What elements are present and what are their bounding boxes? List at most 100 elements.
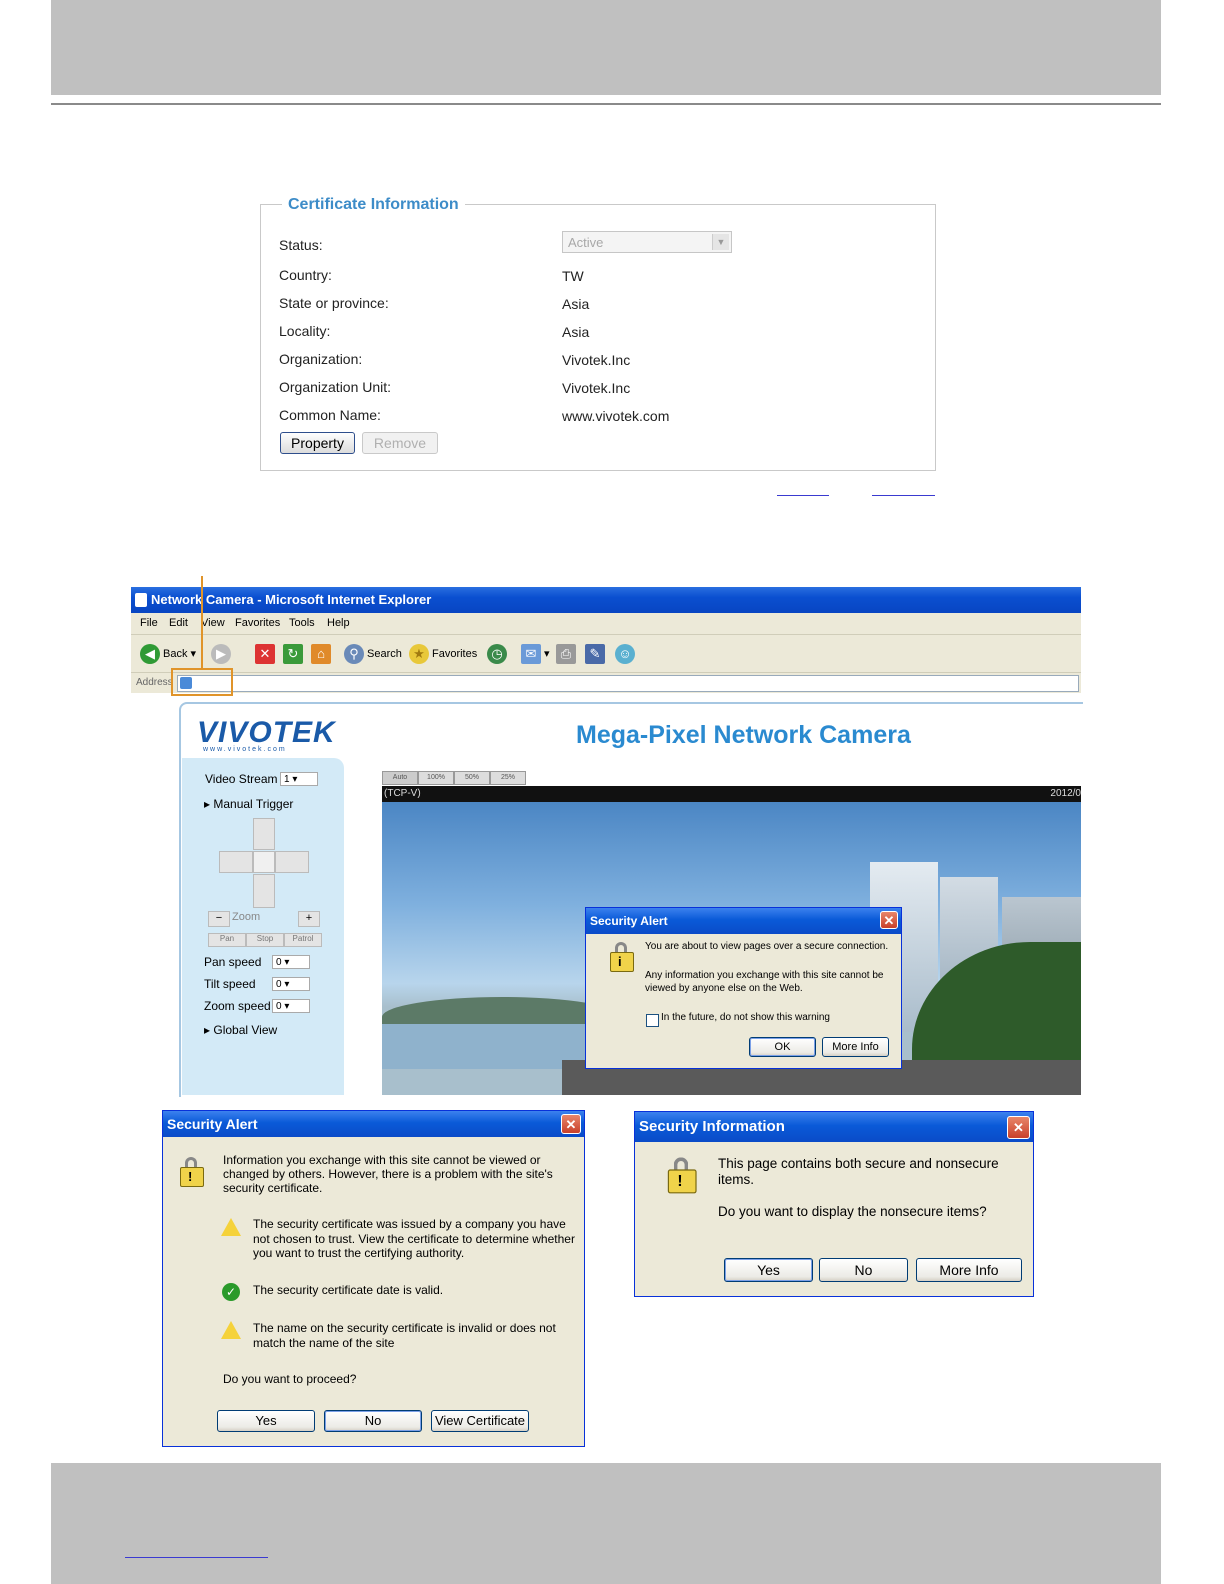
print-button[interactable]: ⎙ [556, 644, 579, 665]
alert-intro: Information you exchange with this site … [223, 1153, 553, 1195]
refresh-icon: ↻ [283, 644, 303, 665]
tilt-down-button[interactable] [253, 874, 275, 908]
pan-speed-label: Pan speed [204, 955, 262, 969]
patrol-button[interactable]: Patrol [284, 933, 322, 947]
zoom-speed-value: 0 [276, 1001, 282, 1012]
search-label: Search [367, 648, 402, 660]
pan-speed-select[interactable]: 0 ▾ [272, 955, 310, 969]
zoom-out-button[interactable]: − [208, 911, 230, 927]
tilt-up-button[interactable] [253, 818, 275, 850]
view-certificate-button[interactable]: View Certificate [431, 1410, 529, 1432]
remove-button[interactable]: Remove [362, 432, 438, 454]
dont-show-checkbox[interactable] [646, 1014, 659, 1027]
menu-view[interactable]: View [201, 617, 225, 629]
view-tab-100[interactable]: 100% [418, 771, 454, 785]
tilt-speed-select[interactable]: 0 ▾ [272, 977, 310, 991]
zoom-speed-label: Zoom speed [204, 999, 271, 1013]
info-line1: This page contains both secure and nonse… [718, 1156, 999, 1187]
security-alert-small: Security Alert ✕ i You are about to view… [585, 907, 902, 1069]
state-value: Asia [562, 296, 590, 312]
common-name-label: Common Name: [279, 407, 381, 423]
yes-button[interactable]: Yes [724, 1258, 813, 1282]
yes-button[interactable]: Yes [217, 1410, 315, 1432]
vivotek-logo: VIVOTEK [197, 716, 336, 749]
mail-icon: ✉ [521, 644, 541, 665]
pan-speed-value: 0 [276, 957, 282, 968]
dont-show-label: In the future, do not show this warning [661, 1012, 830, 1023]
browser-title-bar: Network Camera - Microsoft Internet Expl… [131, 587, 1081, 613]
menu-favorites[interactable]: Favorites [235, 617, 280, 629]
refresh-button[interactable]: ↻ [283, 644, 306, 665]
org-unit-value: Vivotek.Inc [562, 380, 631, 396]
view-tab-25[interactable]: 25% [490, 771, 526, 785]
alert-item-date-valid: The security certificate date is valid. [253, 1283, 444, 1297]
search-button[interactable]: ⚲ Search [344, 644, 402, 665]
messenger-button[interactable]: ☺ [615, 644, 638, 665]
history-icon: ◷ [487, 644, 507, 665]
info-line2: Do you want to display the nonsecure ite… [718, 1204, 987, 1219]
browser-title: Network Camera - Microsoft Internet Expl… [151, 592, 432, 607]
lock-info-icon: i [606, 940, 636, 972]
pan-button[interactable]: Pan [208, 933, 246, 947]
view-size-tabs: Auto 100% 50% 25% [382, 766, 526, 785]
pan-right-button[interactable] [275, 851, 309, 873]
pan-left-button[interactable] [219, 851, 253, 873]
global-view[interactable]: ▸ Global View [204, 1023, 277, 1037]
header-rule [51, 103, 1161, 105]
dialog-title-bar: Security Information [635, 1112, 1033, 1142]
menu-tools[interactable]: Tools [289, 617, 315, 629]
state-label: State or province: [279, 295, 389, 311]
dialog-title-bar: Security Alert [163, 1111, 584, 1137]
back-button[interactable]: ◀ Back ▾ [140, 644, 196, 665]
video-timestamp: 2012/0 [1050, 788, 1081, 799]
home-position-button[interactable] [253, 851, 275, 873]
property-button[interactable]: Property [280, 432, 355, 454]
status-select[interactable]: Active ▼ [562, 231, 732, 253]
toolbar: ◀ Back ▾ ▶ ✕ ↻ ⌂ ⚲ Search ★ Favorites ◷ ✉ ▾ … [131, 634, 1081, 673]
ok-button[interactable]: OK [749, 1037, 816, 1057]
forward-button[interactable]: ▶ [211, 644, 234, 665]
vivotek-logo-sub: www.vivotek.com [203, 746, 287, 753]
address-input[interactable] [177, 675, 1079, 692]
callout-line [201, 576, 203, 668]
mail-button[interactable]: ✉ ▾ [521, 644, 550, 665]
print-icon: ⎙ [556, 644, 576, 665]
zoom-in-button[interactable]: + [298, 911, 320, 927]
video-stream-value: 1 [284, 774, 290, 785]
manual-trigger[interactable]: ▸ Manual Trigger [204, 797, 293, 811]
video-stream-label: Video Stream [205, 772, 278, 786]
menu-file[interactable]: File [140, 617, 158, 629]
menu-help[interactable]: Help [327, 617, 350, 629]
stop-ptz-button[interactable]: Stop [246, 933, 284, 947]
favorites-button[interactable]: ★ Favorites [409, 644, 477, 665]
lock-warning-icon: ! [663, 1155, 699, 1194]
more-info-button[interactable]: More Info [822, 1037, 889, 1057]
view-tab-50[interactable]: 50% [454, 771, 490, 785]
locality-value: Asia [562, 324, 590, 340]
home-button[interactable]: ⌂ [311, 644, 334, 665]
menu-edit[interactable]: Edit [169, 617, 188, 629]
no-button[interactable]: No [819, 1258, 908, 1282]
video-header: (TCP-V) 2012/0 [382, 786, 1081, 802]
video-stream-select[interactable]: 1 ▾ [280, 772, 318, 786]
underline-link[interactable] [777, 495, 829, 496]
edit-button[interactable]: ✎ [585, 644, 608, 665]
organization-label: Organization: [279, 351, 363, 367]
footer-link[interactable] [125, 1557, 268, 1558]
underline-link[interactable] [872, 495, 935, 496]
status-label: Status: [279, 237, 323, 253]
callout-box [171, 668, 233, 696]
close-icon[interactable]: ✕ [880, 911, 898, 929]
stop-button[interactable]: ✕ [255, 644, 278, 665]
alert-line2: Any information you exchange with this s… [645, 970, 884, 994]
footer-bar [51, 1463, 1161, 1584]
dialog-title: Security Information [639, 1118, 785, 1135]
history-button[interactable]: ◷ [487, 644, 510, 665]
view-tab-auto[interactable]: Auto [382, 771, 418, 785]
zoom-speed-select[interactable]: 0 ▾ [272, 999, 310, 1013]
close-icon[interactable]: ✕ [561, 1114, 581, 1134]
no-button[interactable]: No [324, 1410, 422, 1432]
close-icon[interactable]: ✕ [1007, 1116, 1030, 1139]
more-info-button[interactable]: More Info [916, 1258, 1022, 1282]
lock-warning-icon: ! [176, 1155, 206, 1187]
